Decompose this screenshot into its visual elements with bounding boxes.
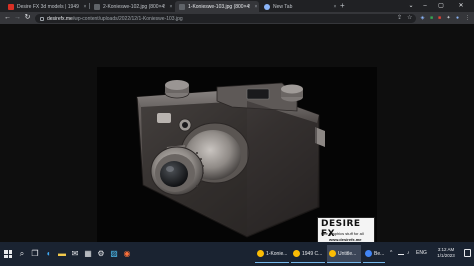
tab-new-tab[interactable]: New Tab × bbox=[260, 1, 338, 12]
taskbar-app-1-konieswe[interactable]: 1-Konie... bbox=[255, 245, 289, 263]
profile-icon[interactable]: ● bbox=[454, 15, 461, 22]
taskbar-app-label: Be... bbox=[374, 250, 385, 257]
start-button[interactable] bbox=[4, 250, 12, 258]
camera-image[interactable]: DESIRE FX free graphics stuff for all ww… bbox=[97, 67, 377, 245]
url-text: desirefx.me/wp-content/uploads/2022/12/1… bbox=[47, 16, 183, 22]
tab-title: 1-Konieswe-103.jpg (800×450) bbox=[188, 3, 250, 10]
taskbar-app-label: Untitle... bbox=[338, 250, 357, 257]
tab-image-2[interactable]: 2-Konieswe-102.jpg (800×450) × bbox=[90, 1, 174, 12]
tab-search-dropdown-icon[interactable]: ⌄ bbox=[404, 0, 418, 12]
forward-button[interactable]: → bbox=[13, 14, 22, 22]
green-extension-icon[interactable]: ■ bbox=[428, 15, 435, 22]
store-icon[interactable]: ▦ bbox=[83, 248, 93, 259]
lock-icon[interactable] bbox=[40, 16, 44, 21]
browser-toolbar: ← → ↻ desirefx.me/wp-content/uploads/202… bbox=[0, 12, 474, 24]
paint-app-icon bbox=[329, 250, 336, 257]
tab-close-icon[interactable]: × bbox=[332, 4, 338, 10]
settings-icon[interactable]: ⚙ bbox=[96, 248, 106, 259]
app-icon bbox=[365, 250, 372, 257]
chrome-app-icon bbox=[293, 250, 300, 257]
edge-icon[interactable]: ◐ bbox=[44, 248, 54, 259]
tray-chevron-icon[interactable]: ^ bbox=[390, 250, 392, 256]
search-icon[interactable]: ⌕ bbox=[17, 248, 27, 259]
taskbar-app-be[interactable]: Be... bbox=[363, 245, 385, 263]
tab-close-icon[interactable]: × bbox=[82, 4, 88, 10]
reload-button[interactable]: ↻ bbox=[23, 14, 32, 22]
notification-icon[interactable] bbox=[464, 249, 471, 257]
taskbar-app-1949-canon[interactable]: 1949 C... bbox=[291, 245, 325, 263]
tab-strip: Desire FX 3d models | 1949 Canon... × 2-… bbox=[0, 0, 474, 12]
menu-icon[interactable]: ⋮ bbox=[464, 15, 471, 22]
watermark-brand: DESIRE FX bbox=[321, 219, 361, 239]
image-favicon-icon bbox=[179, 3, 185, 10]
windows-taskbar: ⌕ ❐ ◐ ▬ ✉ ▦ ⚙ ▨ ◉ 1-Konie... 1949 C... U… bbox=[0, 242, 474, 266]
puzzle-extension-icon[interactable]: ✦ bbox=[445, 15, 452, 22]
firefox-icon[interactable]: ◉ bbox=[122, 248, 132, 259]
photos-icon[interactable]: ▨ bbox=[109, 248, 119, 259]
clock-date: 1/1/2023 bbox=[437, 253, 455, 258]
taskbar-app-label: 1949 C... bbox=[302, 250, 323, 257]
task-view-icon[interactable]: ❐ bbox=[30, 248, 40, 259]
new-tab-button[interactable]: + bbox=[340, 1, 345, 11]
tab-desirefx[interactable]: Desire FX 3d models | 1949 Canon... × bbox=[4, 1, 88, 12]
share-icon[interactable]: ⇪ bbox=[397, 15, 402, 22]
maximize-button[interactable]: ▢ bbox=[434, 0, 448, 12]
page-viewport: DESIRE FX free graphics stuff for all ww… bbox=[0, 24, 474, 245]
tab-close-icon[interactable]: × bbox=[253, 4, 259, 10]
chrome-app-icon bbox=[257, 250, 264, 257]
url-host: desirefx.me bbox=[47, 15, 73, 22]
tab-title: 2-Konieswe-102.jpg (800×450) bbox=[103, 3, 165, 10]
address-bar[interactable]: desirefx.me/wp-content/uploads/2022/12/1… bbox=[35, 14, 416, 23]
network-icon[interactable] bbox=[398, 250, 404, 255]
taskbar-app-untitled[interactable]: Untitle... bbox=[327, 245, 361, 263]
watermark-tagline: free graphics stuff for all bbox=[321, 231, 364, 236]
url-path: /wp-content/uploads/2022/12/1-Konieswe-1… bbox=[72, 15, 183, 22]
taskbar-app-label: 1-Konie... bbox=[266, 250, 288, 257]
red-extension-icon[interactable]: ■ bbox=[436, 15, 443, 22]
tab-title: Desire FX 3d models | 1949 Canon... bbox=[17, 3, 79, 10]
desirefx-watermark: DESIRE FX free graphics stuff for all ww… bbox=[317, 217, 375, 244]
chrome-favicon-icon bbox=[264, 3, 270, 10]
image-favicon-icon bbox=[94, 3, 100, 10]
volume-icon[interactable]: ♪ bbox=[407, 250, 410, 256]
bookmark-star-icon[interactable]: ☆ bbox=[407, 15, 412, 22]
file-explorer-icon[interactable]: ▬ bbox=[57, 248, 67, 259]
desirefx-favicon-icon bbox=[8, 3, 14, 10]
tab-image-1[interactable]: 1-Konieswe-103.jpg (800×450) × bbox=[175, 1, 259, 12]
close-window-button[interactable]: ✕ bbox=[454, 0, 468, 12]
back-button[interactable]: ← bbox=[3, 14, 12, 22]
taskbar-clock[interactable]: 3:12 AM 1/1/2023 bbox=[432, 247, 460, 259]
language-indicator[interactable]: ENG bbox=[416, 250, 427, 256]
tab-close-icon[interactable]: × bbox=[168, 4, 174, 10]
shield-extension-icon[interactable]: ◈ bbox=[419, 15, 426, 22]
mail-icon[interactable]: ✉ bbox=[70, 248, 80, 259]
minimize-button[interactable]: – bbox=[418, 0, 432, 12]
tab-title: New Tab bbox=[273, 3, 293, 10]
